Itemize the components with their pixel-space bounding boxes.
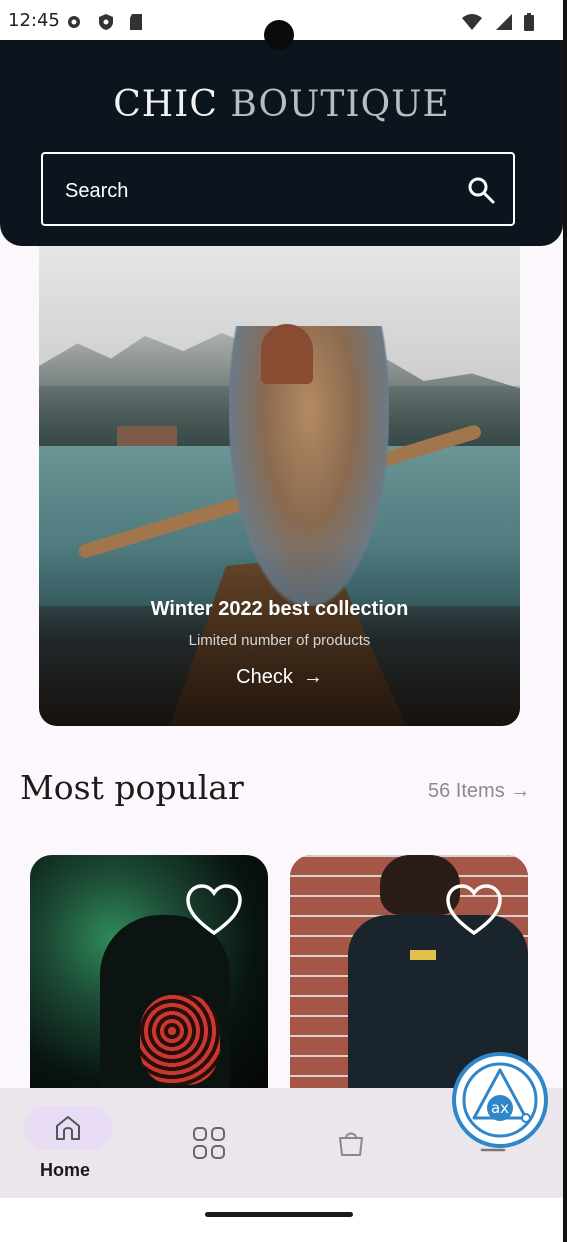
hero-check-button[interactable]: Check →	[39, 666, 520, 689]
status-icons-right	[461, 12, 535, 32]
hero-banner[interactable]: Winter 2022 best collection Limited numb…	[39, 246, 520, 726]
hero-subtitle: Limited number of products	[188, 632, 371, 649]
search-input[interactable]	[63, 172, 447, 210]
status-icons-left	[64, 12, 146, 32]
hero-beanie	[261, 324, 313, 384]
arrow-right-icon: →	[510, 780, 531, 802]
brand-word-boutique: BOUTIQUE	[230, 84, 450, 125]
brand-logo: CHIC BOUTIQUE	[0, 84, 563, 125]
hero-cabin	[117, 426, 177, 446]
status-time: 12:45	[8, 10, 60, 31]
accessibility-badge[interactable]: ax	[452, 1052, 548, 1148]
product-image-logo	[410, 950, 436, 960]
arrow-right-icon: →	[302, 666, 323, 688]
heart-icon[interactable]	[444, 881, 504, 941]
hero-title: Winter 2022 best collection	[150, 598, 409, 620]
home-icon[interactable]	[52, 1112, 84, 1144]
signal-icon	[496, 14, 512, 30]
grid-icon[interactable]	[192, 1126, 226, 1160]
settings-icon	[68, 16, 80, 28]
see-all-link[interactable]: 56 Items →	[428, 780, 530, 803]
shield-icon	[99, 14, 113, 30]
sd-card-icon	[130, 14, 142, 30]
accessibility-scanner-icon: ax	[462, 1062, 538, 1138]
search-box[interactable]	[41, 152, 515, 226]
app-screen: 12:45 CHIC BOUTIQUE Search Winter 2022 b…	[0, 0, 567, 1242]
product-card[interactable]	[30, 855, 268, 1095]
gesture-handle[interactable]	[205, 1212, 353, 1217]
svg-text:ax: ax	[491, 1099, 509, 1117]
section-title: Most popular	[20, 768, 244, 807]
wifi-icon	[462, 14, 482, 30]
hero-check-label: Check	[236, 666, 293, 688]
system-nav-bar	[0, 1198, 567, 1242]
heart-icon[interactable]	[184, 881, 244, 941]
front-camera	[264, 20, 294, 50]
nav-item-home-label[interactable]: Home	[40, 1160, 90, 1181]
item-count: 56 Items	[428, 780, 505, 802]
battery-icon	[524, 13, 534, 31]
brand-word-chic: CHIC	[113, 84, 218, 125]
shopping-bag-icon[interactable]	[336, 1128, 366, 1158]
product-image-print	[140, 995, 220, 1085]
search-icon[interactable]	[467, 176, 495, 204]
device-frame	[563, 0, 567, 1242]
